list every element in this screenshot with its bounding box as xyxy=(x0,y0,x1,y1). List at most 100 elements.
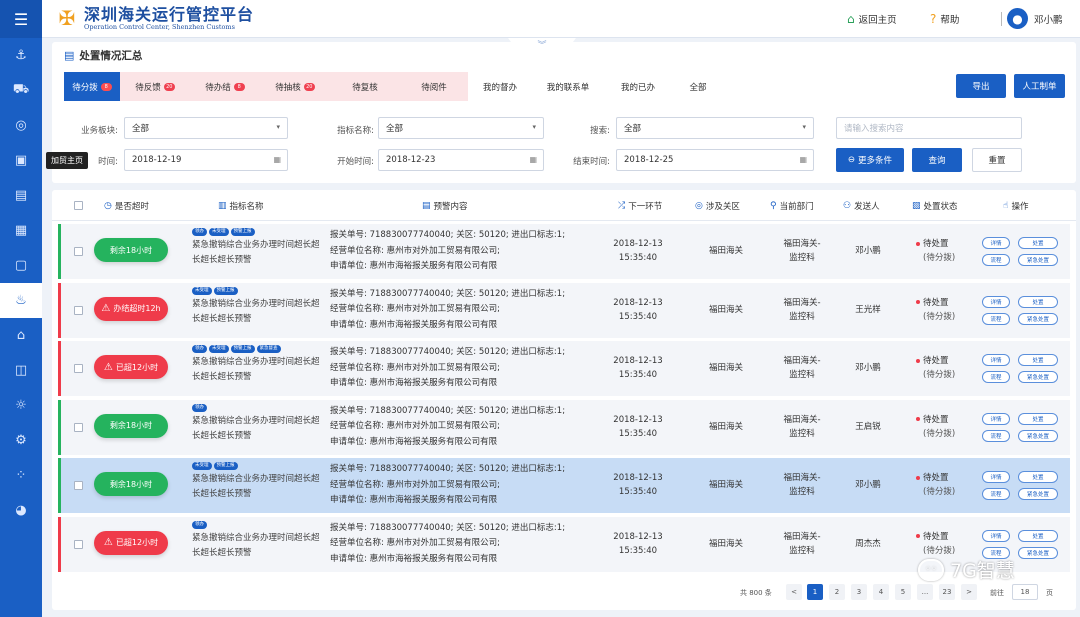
sidebar-item-box[interactable]: ▣ xyxy=(0,143,42,178)
tab-my-contacts[interactable]: 我的联系单 xyxy=(532,72,604,101)
indicator-name[interactable]: 紧急撤销综合业务办理时间超长超长超长超长预警 xyxy=(192,297,320,327)
row-checkbox[interactable] xyxy=(74,305,83,315)
target-icon: ◎ xyxy=(695,201,703,211)
help-link[interactable]: ? 帮助 xyxy=(930,12,959,26)
prev-page-button[interactable]: < xyxy=(786,584,802,600)
user-menu[interactable]: ● 邓小鹏 xyxy=(1007,8,1063,29)
flow-button[interactable]: 流程 xyxy=(982,488,1010,500)
search-scope-select[interactable]: 全部 ▾ xyxy=(616,117,814,139)
urgent-handle-button[interactable]: 紧急处置 xyxy=(1018,488,1058,500)
tab-pending-sampling[interactable]: 待抽核 20 xyxy=(260,72,330,101)
end-time-input[interactable]: 2018-12-25 ▦ xyxy=(616,149,814,171)
next-step-line: 2018-12-13 xyxy=(613,473,663,483)
details-button[interactable]: 详情 xyxy=(982,237,1010,249)
menu-toggle-button[interactable]: ☰ xyxy=(0,0,42,38)
handle-button[interactable]: 处置 xyxy=(1018,529,1058,542)
tab-pending-read[interactable]: 待阅件 xyxy=(400,72,468,101)
page-button-5[interactable]: 5 xyxy=(895,584,911,600)
row-checkbox[interactable] xyxy=(74,364,83,373)
sidebar-item-chart[interactable]: ▤ xyxy=(0,178,42,213)
business-select[interactable]: 全部 ▾ xyxy=(124,117,288,139)
sidebar-item-screen[interactable]: ▢ xyxy=(0,248,42,283)
page-button-4[interactable]: 4 xyxy=(873,584,889,600)
query-button[interactable]: 查询 xyxy=(912,148,962,172)
next-page-button[interactable]: > xyxy=(961,584,977,600)
sidebar-item-building[interactable]: ▦ xyxy=(0,213,42,248)
handle-button[interactable]: 处置 xyxy=(1018,237,1058,249)
home-link[interactable]: ⌂ 返回主页 xyxy=(847,12,897,26)
sidebar-item-globe[interactable]: ◎ xyxy=(0,108,42,143)
urgent-handle-button[interactable]: 紧急处置 xyxy=(1018,371,1058,383)
row-checkbox[interactable] xyxy=(74,422,83,432)
department-line: 福田海关- xyxy=(783,297,821,308)
select-all-checkbox[interactable] xyxy=(74,201,83,210)
handle-button[interactable]: 处置 xyxy=(1018,354,1058,366)
flow-button[interactable]: 流程 xyxy=(982,371,1010,383)
table-row[interactable]: ⚠ 办结超时12h 未受理 预警上报 紧急撤销综合业务办理时间超长超长超长超长预警 报关单… xyxy=(58,282,1070,338)
tab-pending-close[interactable]: 待办结 8 xyxy=(190,72,260,101)
tab-pending-review[interactable]: 待复核 xyxy=(330,72,400,101)
tab-my-done[interactable]: 我的已办 xyxy=(604,72,672,101)
sidebar-item-sun[interactable]: ☼ xyxy=(0,388,42,423)
row-checkbox[interactable] xyxy=(74,539,83,549)
home-icon: ⌂ xyxy=(847,12,855,26)
tab-badge: 8 xyxy=(100,82,112,91)
reset-button[interactable]: 重置 xyxy=(972,148,1022,172)
start-time-input[interactable]: 2018-12-23 ▦ xyxy=(378,149,544,171)
indicator-name[interactable]: 紧急撤销综合业务办理时间超长超长超长超长预警 xyxy=(192,472,320,502)
indicator-name[interactable]: 紧急撤销综合业务办理时间超长超长超长超长预警 xyxy=(192,531,320,561)
details-button[interactable]: 详情 xyxy=(982,412,1010,425)
details-button[interactable]: 详情 xyxy=(982,529,1010,542)
manual-order-button[interactable]: 人工制单 xyxy=(1014,74,1065,98)
table-row[interactable]: ⚠ 已超12小时 领办 未受理 预警上报 紧急督查 紧急撤销综合业务办理时间超长超长超长超长… xyxy=(58,341,1070,396)
area-cell: 福田海关 xyxy=(708,480,743,490)
details-button[interactable]: 详情 xyxy=(982,354,1010,366)
row-checkbox[interactable] xyxy=(74,481,83,490)
tab-my-supervision[interactable]: 我的督办 xyxy=(468,72,532,101)
sidebar-item-settings[interactable]: ⚙ xyxy=(0,423,42,458)
details-button[interactable]: 详情 xyxy=(982,295,1010,308)
urgent-handle-button[interactable]: 紧急处置 xyxy=(1018,254,1058,266)
sidebar-item-ship[interactable]: ⚓ xyxy=(0,38,42,73)
keyword-input[interactable]: 请输入搜索内容 xyxy=(836,117,1022,139)
flow-button[interactable]: 流程 xyxy=(982,312,1010,325)
table-row[interactable]: 剩余18小时 领办 未受理 预警上报 紧急撤销综合业务办理时间超长超长超长超长预警 报关单… xyxy=(58,224,1070,279)
sidebar-item-apps[interactable]: ⁘ xyxy=(0,458,42,493)
export-button[interactable]: 导出 xyxy=(956,74,1006,98)
urgent-handle-button[interactable]: 紧急处置 xyxy=(1018,312,1058,325)
sidebar-item-warehouse[interactable]: ⌂ xyxy=(0,318,42,353)
sidebar-item-pie[interactable]: ◕ xyxy=(0,493,42,528)
alert-line: 申请单位: 惠州市海裕报关服务有限公司有限 xyxy=(330,261,498,271)
indicator-select[interactable]: 全部 ▾ xyxy=(378,117,544,139)
tab-pending-feedback[interactable]: 待反馈 20 xyxy=(120,72,190,101)
indicator-name[interactable]: 紧急撤销综合业务办理时间超长超长超长超长预警 xyxy=(192,238,320,268)
urgent-handle-button[interactable]: 紧急处置 xyxy=(1018,429,1058,442)
page-button-3[interactable]: 3 xyxy=(851,584,867,600)
indicator-name[interactable]: 紧急撤销综合业务办理时间超长超长超长超长预警 xyxy=(192,355,320,385)
sidebar-item-truck[interactable]: ⛟ xyxy=(0,73,42,108)
more-conditions-button[interactable]: ⊖ 更多条件 xyxy=(836,148,904,172)
time-input[interactable]: 2018-12-19 ▦ xyxy=(124,149,288,171)
flow-button[interactable]: 流程 xyxy=(982,254,1010,266)
process-status-text: 待处置 xyxy=(923,473,949,483)
handle-button[interactable]: 处置 xyxy=(1018,471,1058,483)
row-checkbox[interactable] xyxy=(74,247,83,256)
handle-button[interactable]: 处置 xyxy=(1018,412,1058,425)
indicator-name[interactable]: 紧急撤销综合业务办理时间超长超长超长超长预警 xyxy=(192,414,320,444)
flow-button[interactable]: 流程 xyxy=(982,429,1010,442)
handle-button[interactable]: 处置 xyxy=(1018,295,1058,308)
page-button-2[interactable]: 2 xyxy=(829,584,845,600)
page-ellipsis[interactable]: ... xyxy=(917,584,933,600)
alert-line: 经营单位名称: 惠州市对外加工贸易有限公司; xyxy=(330,479,500,490)
urgent-handle-button[interactable]: 紧急处置 xyxy=(1018,546,1058,559)
tab-pending-dispatch[interactable]: 待分拨 8 xyxy=(64,72,120,101)
page-button-23[interactable]: 23 xyxy=(939,584,955,600)
details-button[interactable]: 详情 xyxy=(982,471,1010,483)
table-row[interactable]: 剩余18小时 领办 紧急撤销综合业务办理时间超长超长超长超长预警 报关单号: 7188… xyxy=(58,399,1070,455)
table-row[interactable]: 剩余18小时 未受理 预警上报 紧急撤销综合业务办理时间超长超长超长超长预警 报关单号:… xyxy=(58,458,1070,513)
goto-page-input[interactable]: 18 xyxy=(1012,584,1038,600)
tab-all[interactable]: 全部 xyxy=(672,72,724,101)
page-button-1[interactable]: 1 xyxy=(807,584,823,600)
sidebar-item-alarm[interactable]: ♨ xyxy=(0,283,42,318)
sidebar-item-video[interactable]: ◫ xyxy=(0,353,42,388)
